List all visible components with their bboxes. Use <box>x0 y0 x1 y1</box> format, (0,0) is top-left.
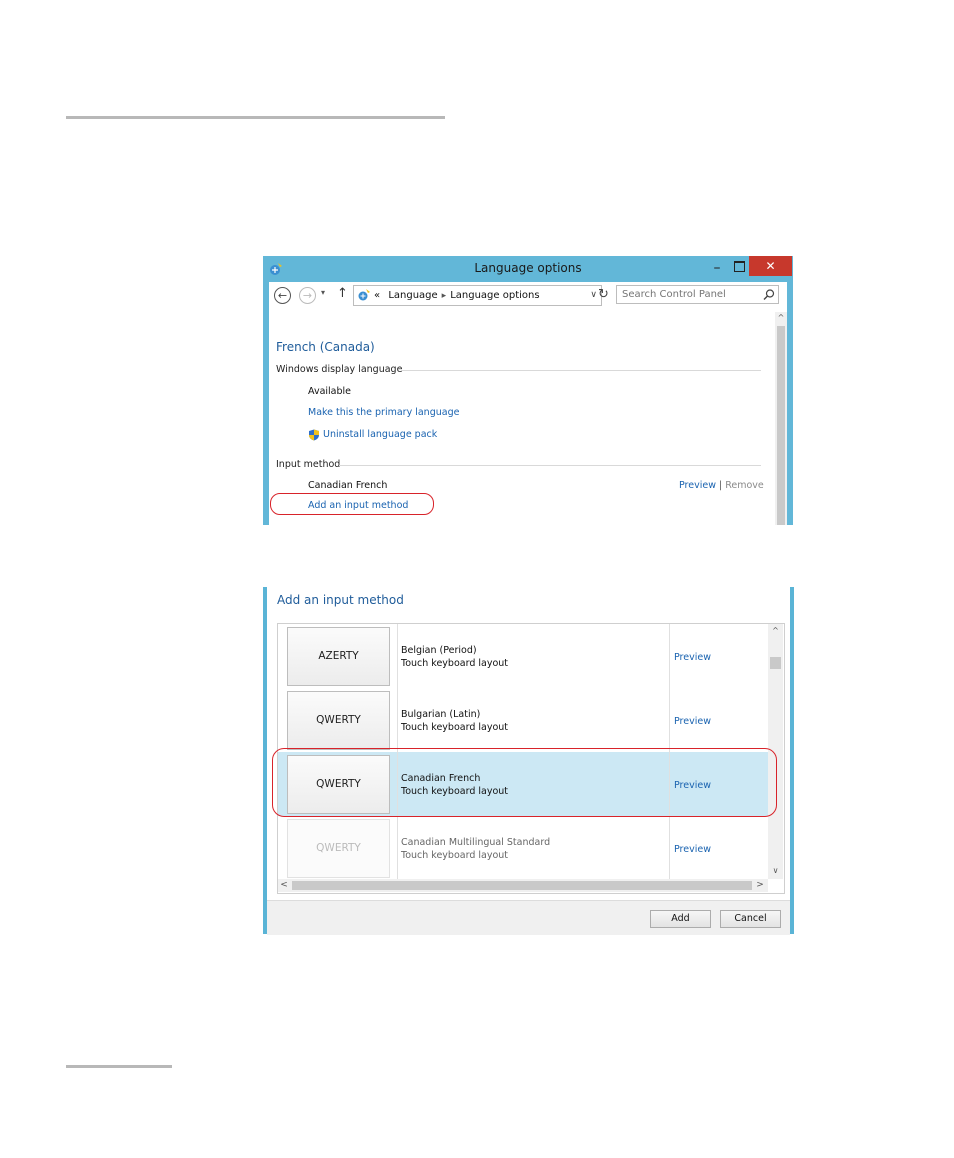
cancel-button[interactable]: Cancel <box>720 910 781 928</box>
back-button[interactable]: ← <box>274 287 291 304</box>
scroll-down-icon[interactable]: ∨ <box>768 865 783 877</box>
layout-name: Belgian (Period) <box>401 645 477 656</box>
top-rule <box>66 116 445 119</box>
scroll-right-icon[interactable]: > <box>754 879 766 892</box>
dialog-title: Add an input method <box>277 593 404 607</box>
vertical-scrollbar[interactable]: ^ <box>775 312 787 525</box>
keyboard-preview-tile: QWERTY <box>287 691 390 750</box>
layout-name: Canadian Multilingual Standard <box>401 837 551 848</box>
preview-link[interactable]: Preview <box>674 716 711 727</box>
scroll-left-icon[interactable]: < <box>278 879 290 892</box>
list-item[interactable]: QWERTY Canadian Multilingual Standard To… <box>278 816 768 880</box>
highlight-ring <box>272 748 777 817</box>
language-options-window: Language options – ✕ ← → ▾ ↑ « Language ▸… <box>263 256 793 525</box>
keyboard-preview-tile: QWERTY <box>287 819 390 878</box>
input-method-actions: Preview | Remove <box>679 480 764 491</box>
up-button[interactable]: ↑ <box>337 286 348 301</box>
highlight-ring <box>270 493 434 515</box>
window-content: ← → ▾ ↑ « Language ▸ Language options ∨ ↻ <box>269 282 787 525</box>
recent-locations-button[interactable]: ▾ <box>321 288 325 297</box>
title-bar: Language options – ✕ <box>263 256 793 282</box>
scroll-thumb[interactable] <box>770 657 781 669</box>
breadcrumb-prefix[interactable]: « <box>374 290 380 301</box>
address-bar[interactable]: « Language ▸ Language options ∨ <box>353 285 602 306</box>
horizontal-scrollbar[interactable]: < > <box>278 879 768 892</box>
control-panel-icon <box>358 289 370 301</box>
column-divider <box>669 688 670 752</box>
forward-button[interactable]: → <box>299 287 316 304</box>
add-input-method-dialog: Add an input method AZERTY Belgian (Peri… <box>263 587 794 935</box>
preview-link[interactable]: Preview <box>674 844 711 855</box>
scroll-up-icon[interactable]: ^ <box>768 625 783 637</box>
uninstall-language-pack-link[interactable]: Uninstall language pack <box>323 429 437 440</box>
remove-link: Remove <box>725 480 764 491</box>
scroll-up-icon[interactable]: ^ <box>775 312 787 324</box>
layout-subtitle: Touch keyboard layout <box>401 850 509 861</box>
display-language-label: Windows display language <box>276 364 403 375</box>
preview-link[interactable]: Preview <box>674 652 711 663</box>
shield-icon <box>309 429 319 441</box>
scroll-thumb[interactable] <box>292 881 752 890</box>
layout-name: Bulgarian (Latin) <box>401 709 481 720</box>
refresh-button[interactable]: ↻ <box>594 285 613 304</box>
language-heading: French (Canada) <box>276 340 375 354</box>
minimize-button[interactable]: – <box>709 260 725 276</box>
maximize-button[interactable] <box>731 259 747 275</box>
preview-link[interactable]: Preview <box>679 480 716 491</box>
breadcrumb: « Language ▸ Language options <box>374 286 540 306</box>
layout-subtitle: Touch keyboard layout <box>401 658 509 669</box>
column-divider <box>397 624 398 688</box>
bottom-rule <box>66 1065 172 1068</box>
close-button[interactable]: ✕ <box>749 256 792 276</box>
list-item[interactable]: AZERTY Belgian (Period) Touch keyboard l… <box>278 624 768 688</box>
keyboard-preview-tile: AZERTY <box>287 627 390 686</box>
column-divider <box>397 816 398 880</box>
maximize-icon <box>733 261 745 272</box>
breadcrumb-item-language-options[interactable]: Language options <box>450 290 539 301</box>
column-divider <box>669 624 670 688</box>
chevron-right-icon: ▸ <box>441 291 447 301</box>
column-divider <box>397 688 398 752</box>
add-button[interactable]: Add <box>650 910 711 928</box>
link-separator: | <box>718 480 723 491</box>
breadcrumb-item-language[interactable]: Language <box>388 290 437 301</box>
make-primary-language-link[interactable]: Make this the primary language <box>308 407 459 418</box>
search-input[interactable] <box>616 285 779 304</box>
column-divider <box>669 816 670 880</box>
layout-subtitle: Touch keyboard layout <box>401 722 509 733</box>
section-divider <box>401 370 761 371</box>
input-method-label: Input method <box>276 459 341 470</box>
navigation-bar: ← → ▾ ↑ « Language ▸ Language options ∨ ↻ <box>269 282 787 312</box>
scroll-thumb[interactable] <box>777 326 785 525</box>
dialog-footer: Add Cancel <box>267 900 790 935</box>
display-language-status: Available <box>308 386 352 397</box>
section-divider <box>339 465 761 466</box>
search-icon[interactable] <box>762 288 776 302</box>
input-method-name: Canadian French <box>308 480 388 491</box>
list-item[interactable]: QWERTY Bulgarian (Latin) Touch keyboard … <box>278 688 768 752</box>
